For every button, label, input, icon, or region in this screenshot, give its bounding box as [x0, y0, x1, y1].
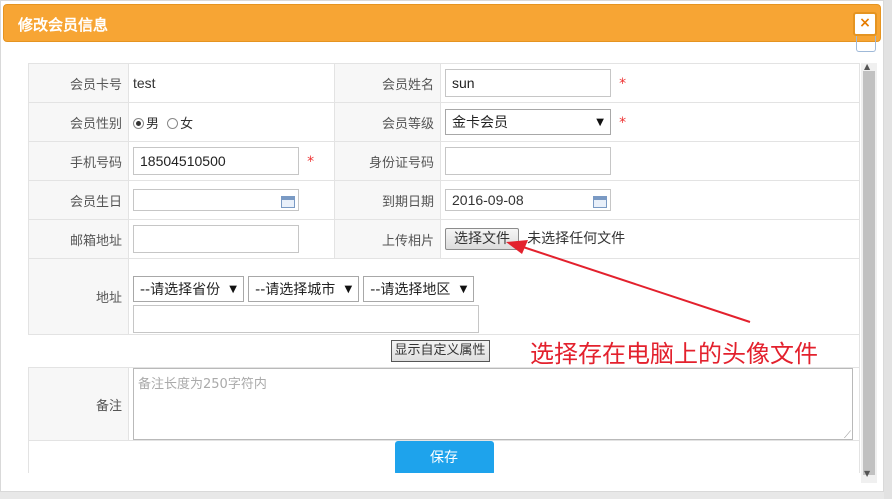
expiry-label: 到期日期	[334, 180, 441, 220]
vertical-scrollbar[interactable]: ▲ ▼	[861, 62, 877, 483]
id-no-label: 身份证号码	[334, 141, 441, 181]
gender-radio-male[interactable]	[133, 117, 144, 129]
dropdown-arrow-icon: ▼	[596, 116, 604, 128]
level-label: 会员等级	[334, 102, 441, 142]
expiry-cell: 2016-09-08	[440, 180, 860, 220]
scrollbar-thumb[interactable]	[863, 71, 875, 475]
phone-cell: *	[128, 141, 335, 181]
level-select[interactable]: 金卡会员 ▼	[445, 109, 611, 135]
form-row: 会员生日 到期日期 2016-09-08	[28, 180, 860, 220]
province-select[interactable]: --请选择省份 ▼	[133, 276, 244, 302]
save-button[interactable]: 保存	[394, 441, 494, 473]
card-no-cell: test	[128, 63, 335, 103]
photo-label: 上传相片	[334, 219, 441, 259]
calendar-icon[interactable]	[593, 196, 607, 208]
form-row: 会员卡号 test 会员姓名 *	[28, 63, 860, 103]
birthday-cell	[128, 180, 335, 220]
dialog-titlebar: 修改会员信息	[3, 4, 881, 42]
form-row: 邮箱地址 上传相片 选择文件 未选择任何文件	[28, 219, 860, 259]
edit-member-dialog: 修改会员信息 × 会员卡号 test 会员姓名 * 会员性别 男 女	[0, 0, 884, 492]
form-row: 备注 备注长度为250字符内	[28, 367, 860, 441]
name-label: 会员姓名	[334, 63, 441, 103]
required-mark: *	[619, 115, 627, 131]
gender-female-label: 女	[180, 116, 194, 132]
remark-placeholder: 备注长度为250字符内	[138, 377, 267, 392]
card-no-label: 会员卡号	[28, 63, 129, 103]
address-detail-input[interactable]	[133, 305, 479, 333]
id-no-input[interactable]	[445, 147, 611, 175]
district-select-value: --请选择地区	[370, 282, 451, 298]
id-no-cell	[440, 141, 860, 181]
gender-male-label: 男	[146, 116, 160, 132]
scroll-down-icon[interactable]: ▼	[864, 469, 870, 478]
form-container: 会员卡号 test 会员姓名 * 会员性别 男 女 会员等级	[28, 63, 860, 473]
gender-cell: 男 女	[128, 102, 335, 142]
name-cell: *	[440, 63, 860, 103]
city-select[interactable]: --请选择城市 ▼	[248, 276, 360, 302]
expiry-input[interactable]: 2016-09-08	[445, 189, 611, 211]
remark-label: 备注	[28, 367, 129, 441]
form-row: 保存	[28, 440, 860, 473]
required-mark: *	[619, 76, 627, 92]
background-edge	[884, 0, 892, 499]
gender-label: 会员性别	[28, 102, 129, 142]
scroll-up-icon[interactable]: ▲	[864, 62, 870, 71]
dropdown-arrow-icon: ▼	[344, 283, 353, 295]
form-row: 手机号码 * 身份证号码	[28, 141, 860, 181]
province-select-value: --请选择省份	[140, 282, 221, 298]
email-label: 邮箱地址	[28, 219, 129, 259]
email-input[interactable]	[133, 225, 299, 253]
member-form: 会员卡号 test 会员姓名 * 会员性别 男 女 会员等级	[28, 63, 860, 473]
show-custom-attributes-button[interactable]: 显示自定义属性	[390, 340, 490, 362]
birthday-label: 会员生日	[28, 180, 129, 220]
address-label: 地址	[28, 258, 129, 335]
remark-cell: 备注长度为250字符内	[128, 367, 860, 441]
level-select-value: 金卡会员	[452, 115, 508, 131]
form-row: 地址 --请选择省份 ▼ --请选择城市 ▼ --请选择地区 ▼	[28, 258, 860, 335]
expiry-value: 2016-09-08	[452, 192, 524, 208]
save-cell: 保存	[28, 440, 860, 473]
remark-textarea[interactable]: 备注长度为250字符内	[133, 368, 853, 441]
level-cell: 金卡会员 ▼ *	[440, 102, 860, 142]
email-cell	[128, 219, 335, 259]
gender-radio-female[interactable]	[167, 117, 179, 129]
required-mark: *	[307, 154, 315, 170]
file-status: 未选择任何文件	[527, 231, 626, 247]
birthday-input[interactable]	[133, 189, 299, 211]
phone-label: 手机号码	[28, 141, 129, 181]
dropdown-arrow-icon: ▼	[229, 283, 237, 295]
phone-input[interactable]	[133, 147, 299, 175]
name-input[interactable]	[445, 69, 611, 97]
form-row: 会员性别 男 女 会员等级 金卡会员 ▼ *	[28, 102, 860, 142]
calendar-icon[interactable]	[281, 196, 295, 208]
address-cell: --请选择省份 ▼ --请选择城市 ▼ --请选择地区 ▼	[128, 258, 860, 335]
choose-file-button[interactable]: 选择文件	[445, 228, 519, 250]
district-select[interactable]: --请选择地区 ▼	[363, 276, 475, 302]
dialog-title: 修改会员信息	[18, 16, 109, 34]
photo-cell: 选择文件 未选择任何文件	[440, 219, 860, 259]
city-select-value: --请选择城市	[255, 282, 336, 298]
dropdown-arrow-icon: ▼	[459, 283, 468, 295]
close-icon[interactable]: ×	[853, 12, 877, 52]
annotation-text: 选择存在电脑上的头像文件	[530, 340, 818, 368]
card-no-value: test	[133, 74, 156, 91]
